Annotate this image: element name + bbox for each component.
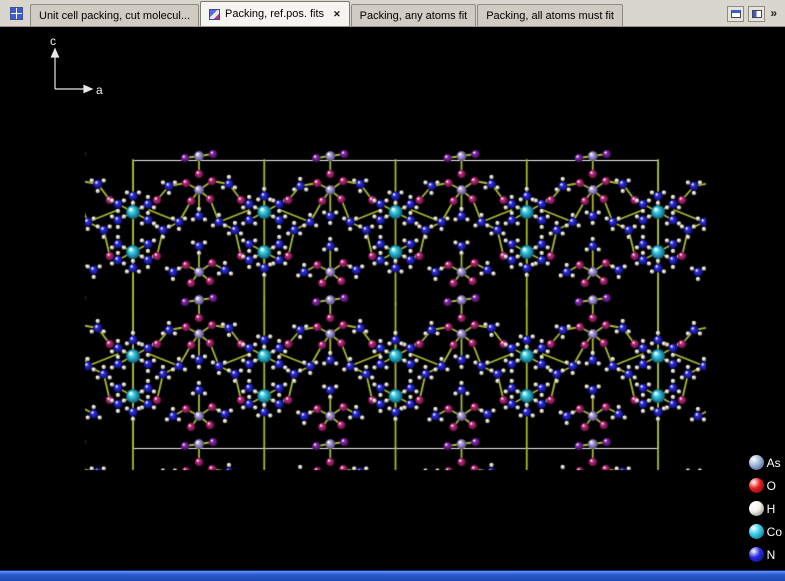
legend-label: N bbox=[767, 548, 776, 562]
tab-1[interactable]: Unit cell packing, cut molecul... bbox=[30, 4, 199, 26]
tab-label: Packing, any atoms fit bbox=[360, 10, 468, 22]
tab-strip: Unit cell packing, cut molecul... Packing… bbox=[30, 1, 624, 26]
legend-label: O bbox=[767, 479, 776, 493]
packing-diagram-icon bbox=[209, 9, 220, 20]
structure-viewport: c a AsOHCoN bbox=[0, 27, 785, 570]
tile-windows-button[interactable] bbox=[5, 3, 27, 24]
legend-item[interactable]: Co bbox=[749, 524, 782, 539]
legend-item[interactable]: H bbox=[749, 501, 782, 516]
atom-legend: As OH Co N bbox=[749, 455, 782, 562]
tile-windows-icon bbox=[10, 7, 23, 20]
taskbar-strip[interactable] bbox=[0, 570, 785, 581]
tab-2[interactable]: Packing, ref.pos. fits ✕ bbox=[200, 1, 350, 26]
legend-item[interactable]: O bbox=[749, 478, 782, 493]
atom-sphere-icon bbox=[749, 547, 764, 562]
legend-label: As bbox=[767, 456, 781, 470]
tab-label: Packing, ref.pos. fits bbox=[225, 8, 324, 20]
split-view-icon bbox=[752, 10, 762, 18]
application-window: Unit cell packing, cut molecul... Packing… bbox=[0, 0, 785, 581]
tab-4[interactable]: Packing, all atoms must fit bbox=[477, 4, 623, 26]
tab-3[interactable]: Packing, any atoms fit bbox=[351, 4, 477, 26]
new-subwindow-button[interactable] bbox=[727, 6, 744, 22]
legend-label: Co bbox=[767, 525, 782, 539]
legend-label: H bbox=[767, 502, 776, 516]
atom-sphere-icon bbox=[749, 524, 764, 539]
structure-canvas[interactable] bbox=[0, 27, 785, 570]
window-icon bbox=[731, 10, 741, 18]
atom-sphere-icon bbox=[749, 455, 764, 470]
tab-bar: Unit cell packing, cut molecul... Packing… bbox=[0, 0, 785, 27]
split-view-button[interactable] bbox=[748, 6, 765, 22]
atom-sphere-icon bbox=[749, 478, 764, 493]
tab-label: Packing, all atoms must fit bbox=[486, 10, 614, 22]
tab-label: Unit cell packing, cut molecul... bbox=[39, 10, 190, 22]
legend-item[interactable]: As bbox=[749, 455, 782, 470]
atom-sphere-icon bbox=[749, 501, 764, 516]
tabbar-controls: » bbox=[727, 6, 783, 22]
close-tab-icon[interactable]: ✕ bbox=[333, 10, 341, 19]
tab-overflow-button[interactable]: » bbox=[769, 6, 780, 22]
legend-item[interactable]: N bbox=[749, 547, 782, 562]
